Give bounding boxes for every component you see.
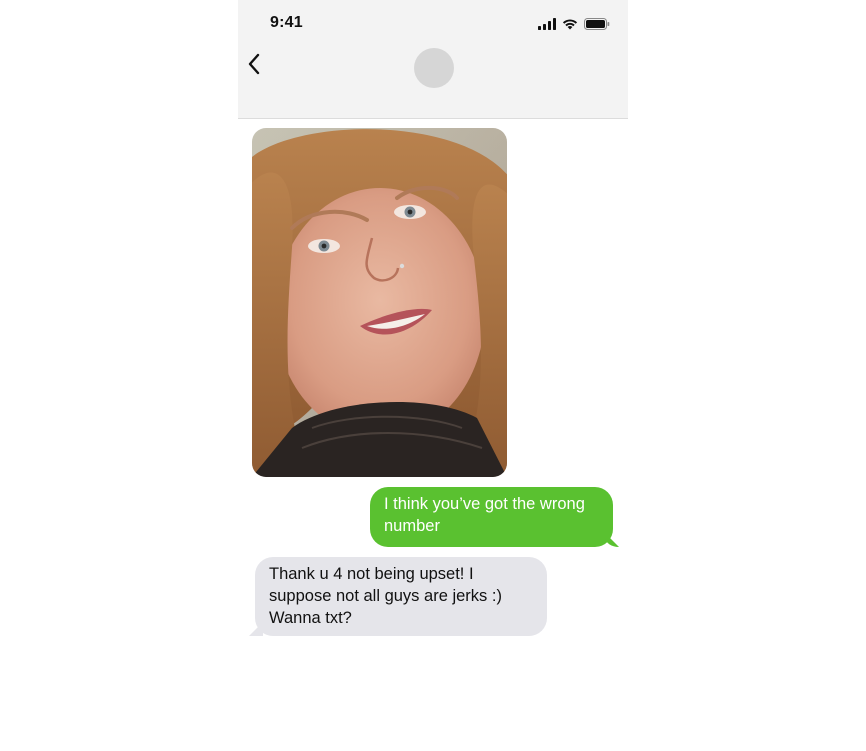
wifi-icon [562,17,578,35]
cellular-signal-icon [538,17,556,35]
photo-message[interactable] [252,128,507,477]
battery-icon [584,17,610,35]
received-message-bubble[interactable]: Thank u 4 not being upset! I suppose not… [255,557,547,636]
conversation-header: 9:41 [238,0,628,119]
chevron-left-icon [247,53,261,80]
photo-image [252,128,507,477]
status-icons [538,17,610,35]
messages-screen: 9:41 I think you’ve got the wrong number… [238,0,628,751]
back-button[interactable] [242,52,266,80]
sent-message-bubble[interactable]: I think you’ve got the wrong number [370,487,613,547]
sent-message-text: I think you’ve got the wrong number [384,495,585,535]
received-message-text: Thank u 4 not being upset! I suppose not… [269,565,502,627]
contact-avatar[interactable] [414,48,454,88]
status-time: 9:41 [270,14,303,31]
